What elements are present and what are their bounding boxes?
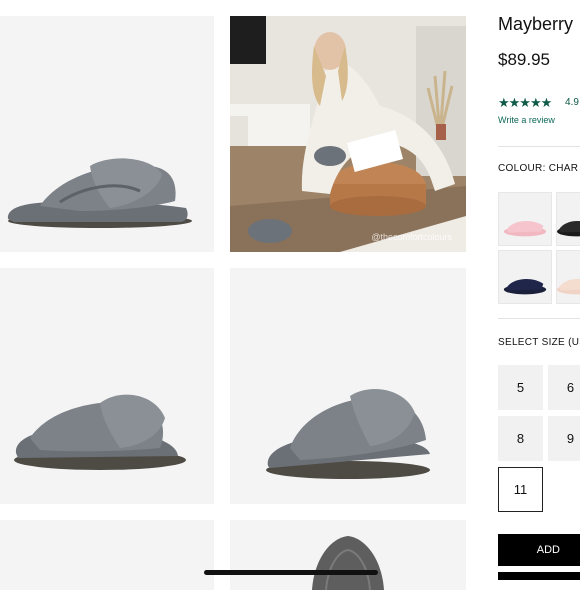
product-price: $89.95 xyxy=(498,50,550,69)
colour-label: COLOUR: CHAR xyxy=(498,163,579,174)
colour-swatch-navy[interactable] xyxy=(498,250,552,304)
divider xyxy=(498,146,580,147)
photo-credit: @thecomfortcolours xyxy=(371,232,452,242)
gallery-image-lifestyle[interactable]: @thecomfortcolours xyxy=(230,16,466,252)
rating-value: 4.9 xyxy=(565,97,579,108)
colour-swatch-nude[interactable] xyxy=(556,250,580,304)
size-option-8[interactable]: 8 xyxy=(498,416,543,461)
pink-slipper-icon xyxy=(503,220,547,237)
navy-slipper-icon xyxy=(503,278,547,295)
black-slipper-icon xyxy=(557,221,580,237)
size-option-5[interactable]: 5 xyxy=(498,365,543,410)
product-info-panel: Mayberry $89.95 ★★★★★ 4.9 Write a review… xyxy=(498,0,580,580)
add-to-cart-button[interactable]: ADD xyxy=(498,534,580,566)
size-option-9[interactable]: 9 xyxy=(548,416,580,461)
size-label: SELECT SIZE (US xyxy=(498,337,580,348)
size-option-11[interactable]: 11 xyxy=(498,467,543,512)
colour-swatch-pink[interactable] xyxy=(498,192,552,246)
slipper-angle-illustration xyxy=(266,389,430,479)
lifestyle-illustration xyxy=(230,16,466,252)
write-review-link[interactable]: Write a review xyxy=(498,115,555,125)
gallery-image-front[interactable] xyxy=(0,268,214,504)
slipper-front-illustration xyxy=(14,394,186,470)
colour-swatch-black[interactable] xyxy=(556,192,580,246)
nude-slipper-icon xyxy=(557,279,580,295)
gallery-image-side[interactable] xyxy=(0,16,214,252)
slipper-side-illustration xyxy=(7,158,192,228)
secondary-action-button[interactable] xyxy=(498,572,580,580)
star-rating-icon: ★★★★★ xyxy=(498,95,552,110)
home-indicator xyxy=(204,570,378,575)
product-title: Mayberry xyxy=(498,14,574,34)
size-option-6[interactable]: 6 xyxy=(548,365,580,410)
divider xyxy=(498,318,580,319)
gallery-image-angle[interactable] xyxy=(230,268,466,504)
